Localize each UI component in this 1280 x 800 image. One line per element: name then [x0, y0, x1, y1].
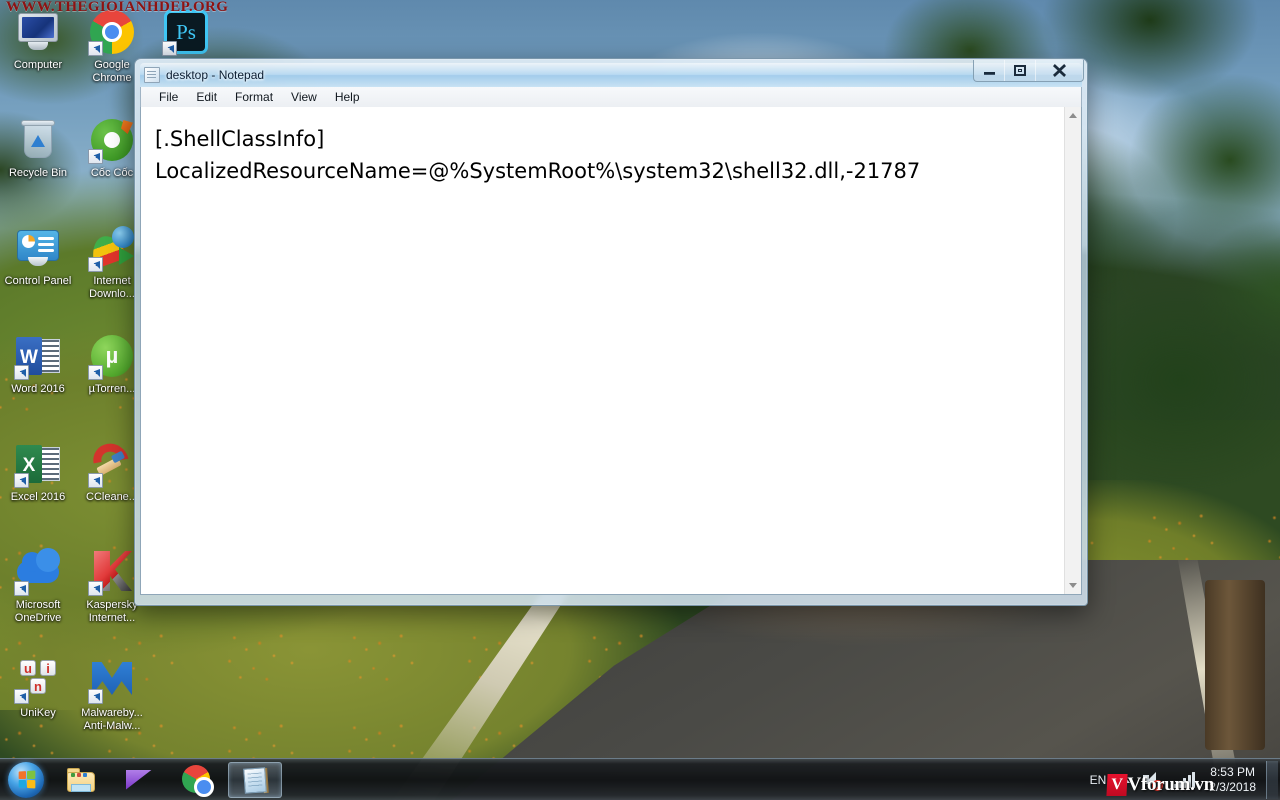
shortcut-arrow-icon [88, 149, 103, 164]
onedrive-icon [14, 548, 62, 596]
menu-file[interactable]: File [150, 88, 187, 106]
shortcut-arrow-icon [88, 365, 103, 380]
network-signal-icon [1174, 771, 1196, 788]
clock-date: 2/3/2018 [1209, 779, 1256, 794]
volume-muted-icon [1142, 770, 1164, 791]
desktop-icon-recycle-bin[interactable]: Recycle Bin [0, 116, 76, 180]
notepad-icon [240, 765, 270, 795]
clock-time: 8:53 PM [1210, 764, 1255, 779]
menu-help[interactable]: Help [326, 88, 369, 106]
site-watermark-top: WWW.THEGIOIANHDEP.ORG [6, 0, 229, 15]
utorrent-icon: µ [88, 332, 136, 380]
wallpaper-tree-trunk [1205, 580, 1265, 750]
shortcut-arrow-icon [162, 41, 177, 56]
shortcut-arrow-icon [88, 41, 103, 56]
notepad-window-icon [144, 67, 160, 83]
windows-explorer-icon [66, 765, 96, 795]
menu-format[interactable]: Format [226, 88, 282, 106]
desktop-icon-label: Control Panel [4, 275, 72, 287]
minimize-button[interactable] [974, 60, 1005, 81]
desktop-icon-label: Computer [13, 59, 63, 71]
desktop-icon-control-panel[interactable]: Control Panel [0, 224, 76, 288]
taskbar-button-google-chrome[interactable] [170, 762, 224, 798]
window-controls [973, 60, 1084, 82]
taskbar[interactable]: EN 8:53 PM 2/3/2018 [0, 758, 1280, 800]
kaspersky-icon [88, 548, 136, 596]
recycle-bin-icon [14, 116, 62, 164]
shortcut-arrow-icon [14, 581, 29, 596]
unikey-icon: u i n [14, 656, 62, 704]
shortcut-arrow-icon [88, 689, 103, 704]
shortcut-arrow-icon [14, 473, 29, 488]
desktop-icon-label: Microsoft OneDrive [14, 599, 62, 624]
menu-view[interactable]: View [282, 88, 326, 106]
tray-language-indicator[interactable]: EN [1082, 759, 1115, 800]
clock[interactable]: 8:53 PM 2/3/2018 [1201, 759, 1264, 800]
internet-download-manager-icon [86, 224, 136, 272]
excel-icon [14, 440, 62, 488]
notepad-title: desktop - Notepad [166, 68, 265, 82]
shortcut-arrow-icon [88, 257, 103, 272]
desktop-icon-excel-2016[interactable]: Excel 2016 [0, 440, 76, 504]
start-button[interactable] [2, 761, 50, 799]
malwarebytes-icon [88, 656, 136, 704]
vertical-scrollbar[interactable] [1064, 107, 1081, 594]
menu-edit[interactable]: Edit [187, 88, 226, 106]
windows-logo-icon [8, 761, 44, 798]
desktop-icon-malwarebytes[interactable]: Malwareby... Anti-Malw... [74, 656, 150, 732]
tray-volume-button[interactable] [1136, 759, 1168, 800]
taskbar-button-windows-explorer[interactable] [54, 762, 108, 798]
scroll-up-icon[interactable] [1065, 107, 1081, 124]
notepad-titlebar[interactable]: desktop - Notepad [140, 60, 1084, 87]
tray-network-button[interactable] [1168, 759, 1201, 800]
shortcut-arrow-icon [88, 473, 103, 488]
desktop-icon-word-2016[interactable]: Word 2016 [0, 332, 76, 396]
close-button[interactable] [1036, 60, 1083, 81]
system-tray: EN 8:53 PM 2/3/2018 [1082, 759, 1280, 800]
taskbar-button-windows-media-player[interactable] [112, 762, 166, 798]
ccleaner-icon [86, 436, 136, 488]
desktop-icon-computer[interactable]: Computer [0, 8, 76, 72]
shortcut-arrow-icon [14, 365, 29, 380]
chrome-icon [182, 764, 214, 797]
coc-coc-icon [88, 116, 136, 164]
scroll-down-icon[interactable] [1065, 577, 1081, 594]
desktop-icon-label: Recycle Bin [8, 167, 68, 179]
notepad-client-area: [.ShellClassInfo] LocalizedResourceName=… [140, 107, 1082, 595]
taskbar-button-notepad[interactable] [228, 761, 282, 798]
desktop-icon-label: Malwareby... Anti-Malw... [81, 707, 143, 732]
desktop-icon-label: UniKey [20, 707, 56, 719]
shortcut-arrow-icon [88, 581, 103, 596]
show-desktop-button[interactable] [1266, 760, 1278, 799]
control-panel-icon [14, 224, 62, 272]
word-icon [14, 332, 62, 380]
desktop-icon-label: Word 2016 [11, 383, 65, 395]
windows-media-player-icon [124, 765, 154, 795]
maximize-button[interactable] [1005, 60, 1036, 81]
notepad-text-area[interactable]: [.ShellClassInfo] LocalizedResourceName=… [141, 107, 1064, 594]
desktop-icon-label: Excel 2016 [10, 491, 66, 503]
desktop-icon-unikey[interactable]: u i n UniKey [0, 656, 76, 720]
notepad-window[interactable]: desktop - Notepad File Edit Format View … [134, 58, 1088, 606]
show-hidden-icons-chevron-up-icon[interactable] [1114, 759, 1136, 800]
shortcut-arrow-icon [14, 689, 29, 704]
desktop-icon-microsoft-onedrive[interactable]: Microsoft OneDrive [0, 548, 76, 624]
desktop[interactable]: WWW.THEGIOIANHDEP.ORG Computer Recycle B… [0, 0, 1280, 800]
notepad-menubar: File Edit Format View Help [140, 87, 1082, 107]
